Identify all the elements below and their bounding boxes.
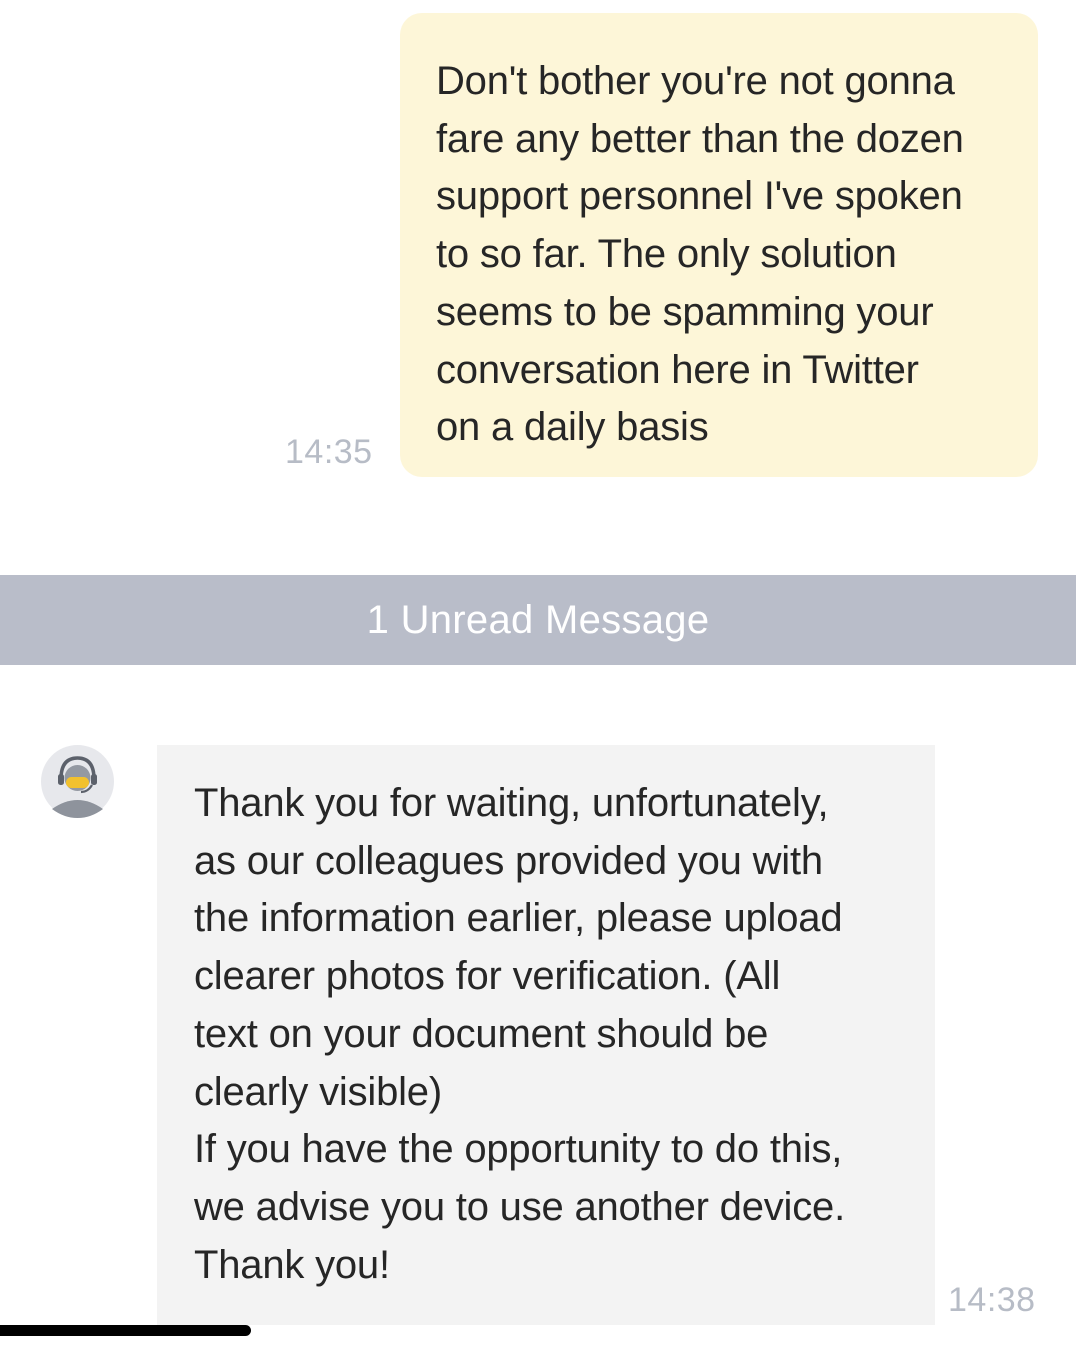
outgoing-message-timestamp: 14:35 [285,433,373,471]
unread-messages-label: 1 Unread Message [366,597,710,642]
home-indicator-bar [0,1325,251,1336]
unread-messages-divider: 1 Unread Message [0,575,1076,665]
support-agent-avatar[interactable] [41,745,114,818]
chat-conversation: Don't bother you're not gonna fare any b… [0,0,1076,1351]
outgoing-message-bubble[interactable]: Don't bother you're not gonna fare any b… [400,13,1038,477]
support-agent-icon [41,745,114,818]
incoming-message-bubble[interactable]: Thank you for waiting, unfortunately, as… [157,745,935,1325]
incoming-message-timestamp: 14:38 [948,1281,1036,1319]
